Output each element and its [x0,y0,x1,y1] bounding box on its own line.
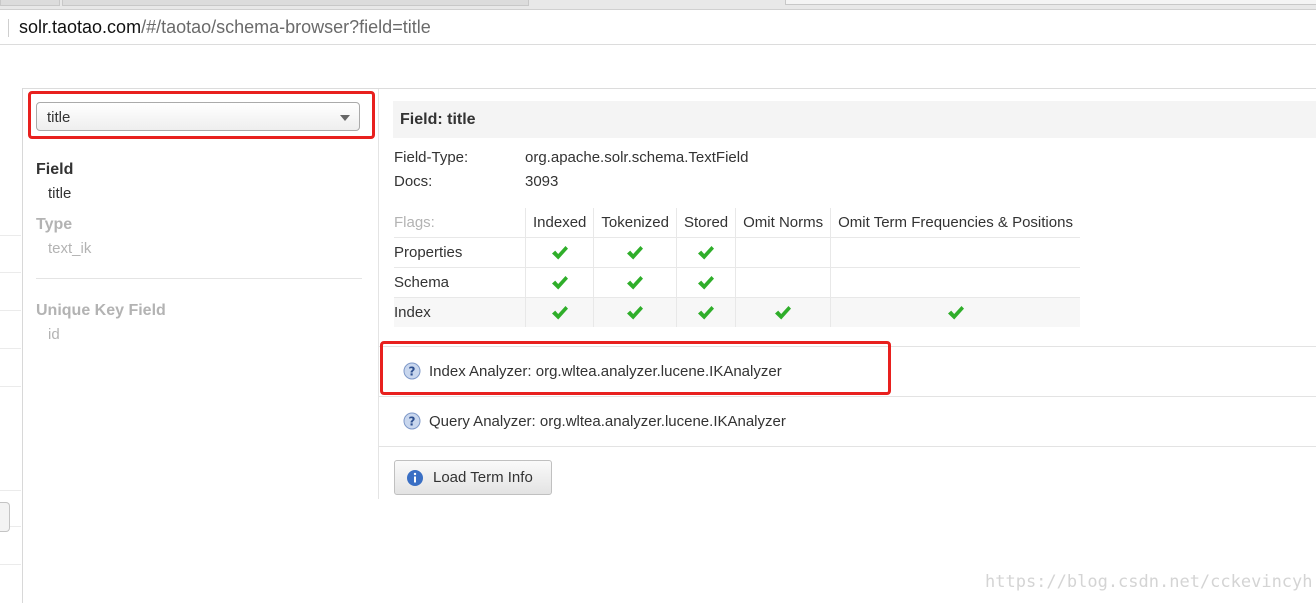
nav-divider [0,348,21,349]
table-row: Schema [394,267,1080,298]
check-icon [551,306,568,320]
check-icon [698,246,715,260]
flags-header-row: Flags: Indexed Tokenized Stored Omit Nor… [394,208,1080,238]
address-bar[interactable]: solr.taotao.com/#/taotao/schema-browser?… [0,10,1316,45]
unique-key-label: Unique Key Field [36,302,166,319]
field-label: Field [36,161,74,178]
field-type-value: org.apache.solr.schema.TextField [525,149,749,166]
table-row: Properties [394,237,1080,268]
nav-divider [0,235,21,236]
row-label: Schema [394,267,526,298]
field-type-label: Field-Type: [394,149,469,166]
highlight-box [28,91,375,139]
flag-cell [593,237,677,268]
browser-tab[interactable] [62,0,529,6]
flag-cell [735,267,831,298]
check-icon [551,246,568,260]
docs-value: 3093 [525,173,559,190]
row-label: Index [394,297,526,327]
load-term-info-button[interactable]: Load Term Info [394,460,552,495]
flag-cell [524,267,594,298]
flag-cell [675,267,736,298]
column-header: Tokenized [593,208,677,238]
svg-text:?: ? [409,415,416,429]
field-header-title: Field: title [400,111,476,128]
check-icon [627,306,644,320]
nav-divider [0,564,21,565]
check-icon [775,306,792,320]
docs-label: Docs: [394,173,433,190]
flag-cell [675,237,736,268]
flag-cell [593,267,677,298]
column-header: Omit Term Frequencies & Positions [830,208,1080,238]
nav-divider [0,272,21,273]
watermark: https://blog.csdn.net/cckevincyh [985,572,1313,592]
url-text[interactable]: solr.taotao.com/#/taotao/schema-browser?… [19,16,431,38]
url-host: solr.taotao.com [19,17,142,37]
check-icon [627,246,644,260]
query-analyzer-text: Query Analyzer: org.wltea.analyzer.lucen… [429,412,786,430]
nav-divider [0,310,21,311]
browser-tab[interactable] [0,0,60,6]
check-icon [698,276,715,290]
flag-cell [675,297,736,327]
flag-cell [735,297,831,327]
sidebar-divider [36,278,362,279]
check-icon [627,276,644,290]
type-value[interactable]: text_ik [48,240,91,257]
type-label: Type [36,216,73,233]
collapse-handle[interactable] [0,502,10,532]
table-row: Index [394,297,1080,327]
row-label: Properties [394,237,526,268]
flag-cell [735,237,831,268]
browser-tab[interactable] [785,0,1316,5]
flag-cell [830,267,1080,298]
section-divider [379,446,1316,447]
field-value: title [48,185,72,202]
flag-cell [524,237,594,268]
address-separator [8,19,9,37]
left-navigation-rail [0,88,23,603]
url-path: /#/taotao/schema-browser?field=title [141,17,431,37]
check-icon [947,306,964,320]
column-header: Stored [675,208,736,238]
column-header: Omit Norms [735,208,831,238]
browser-tab-strip [0,0,1316,10]
info-icon [407,469,423,486]
flag-cell [524,297,594,327]
flags-label: Flags: [394,214,435,231]
nav-divider [0,386,21,387]
flag-cell [830,297,1080,327]
highlight-box [380,341,891,395]
flags-table: Flags: Indexed Tokenized Stored Omit Nor… [394,208,1080,327]
flag-cell [830,237,1080,268]
nav-divider [0,490,21,491]
help-icon: ? [403,412,421,430]
section-divider [379,396,1316,397]
check-icon [551,276,568,290]
check-icon [698,306,715,320]
load-term-info-label: Load Term Info [433,469,533,486]
flag-cell [593,297,677,327]
field-header: Field: title [393,101,1316,138]
column-header: Indexed [524,208,594,238]
unique-key-value[interactable]: id [48,326,60,343]
query-analyzer-toggle[interactable]: ? Query Analyzer: org.wltea.analyzer.luc… [403,412,786,430]
schema-sidebar: title Field title Type text_ik Unique Ke… [23,89,379,499]
